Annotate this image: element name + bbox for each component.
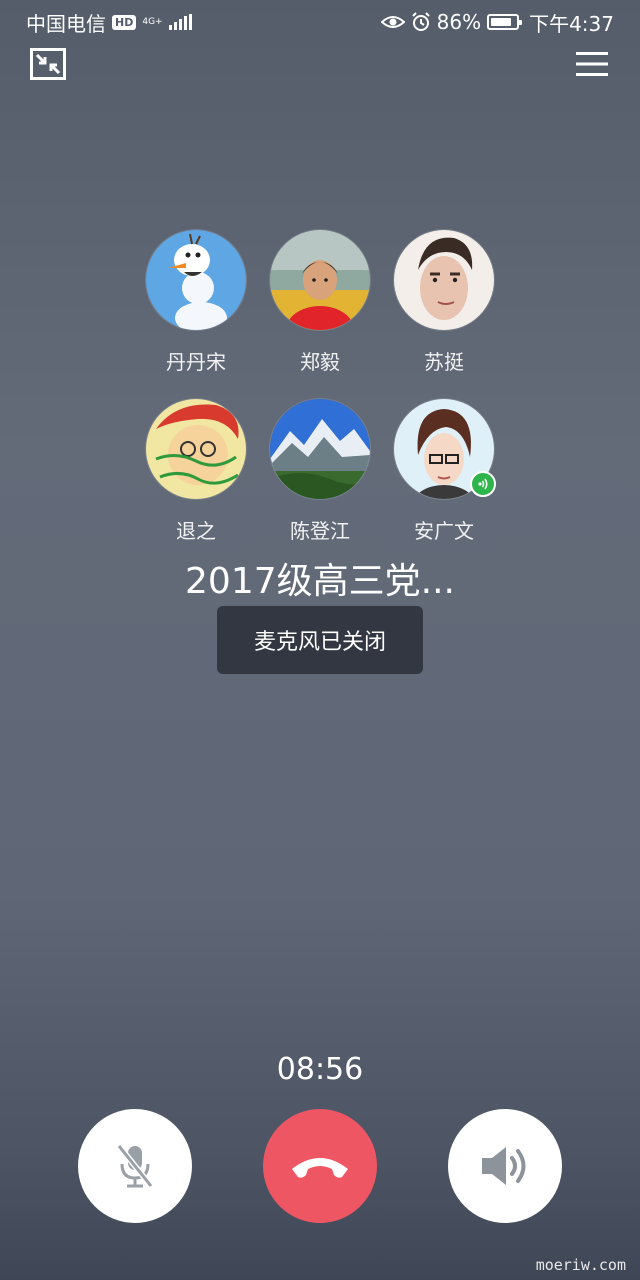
- hamburger-menu-icon: [576, 52, 608, 76]
- group-name: 2017级高三党...: [185, 561, 455, 602]
- phone-hangup-icon: [292, 1158, 348, 1178]
- mute-button[interactable]: [78, 1109, 192, 1223]
- status-bar: 中国电信 HD 4G+ 86% 下午4:37: [0, 0, 640, 44]
- avatar: [270, 399, 370, 499]
- toast-message: 麦克风已关闭: [217, 606, 423, 674]
- shrink-arrows-icon: [30, 48, 66, 80]
- menu-button[interactable]: [574, 46, 610, 82]
- speaker-button[interactable]: [448, 1109, 562, 1223]
- call-timer: 08:56: [276, 1052, 364, 1087]
- status-left: 中国电信 HD 4G+: [26, 8, 192, 37]
- microphone-muted-icon: [116, 1144, 154, 1188]
- participant-name: 安广文: [414, 519, 474, 543]
- participant[interactable]: 郑毅: [258, 230, 382, 375]
- sound-wave-icon: [478, 478, 488, 490]
- mountain-landscape-avatar-image: [270, 399, 370, 499]
- hangup-button[interactable]: [263, 1109, 377, 1223]
- participant-name: 陈登江: [290, 519, 350, 543]
- participant-grid: 丹丹宋 郑毅 苏挺 退之 陈登江 安广文: [0, 230, 640, 544]
- hd-badge: HD: [112, 14, 137, 30]
- battery-percent: 86%: [436, 10, 482, 34]
- network-type: 4G+: [142, 16, 163, 27]
- snowman-avatar-image: [146, 230, 246, 330]
- battery-icon: [487, 14, 523, 30]
- carrier-label: 中国电信: [26, 11, 106, 36]
- avatar: [146, 399, 246, 499]
- eye-icon: [380, 16, 405, 28]
- participant[interactable]: 退之: [134, 399, 258, 544]
- avatar: [270, 230, 370, 330]
- participant-name: 郑毅: [300, 350, 340, 374]
- cartoon-doodle-avatar-image: [146, 399, 246, 499]
- participant[interactable]: 安广文: [382, 399, 506, 544]
- avatar: [394, 230, 494, 330]
- boy-photo-avatar-image: [270, 230, 370, 330]
- avatar: [146, 230, 246, 330]
- minimize-button[interactable]: [30, 46, 66, 82]
- speaking-indicator: [470, 471, 496, 497]
- status-right: 86% 下午4:37: [380, 8, 614, 37]
- participant[interactable]: 陈登江: [258, 399, 382, 544]
- speaker-icon: [482, 1147, 526, 1185]
- network-badge: 4G+: [142, 16, 163, 27]
- man-photo-avatar-image: [394, 230, 494, 330]
- top-controls: [30, 46, 610, 82]
- participant[interactable]: 苏挺: [382, 230, 506, 375]
- participant[interactable]: 丹丹宋: [134, 230, 258, 375]
- alarm-icon: [411, 12, 430, 31]
- signal-icon: [168, 14, 192, 30]
- clock: 下午4:37: [529, 11, 614, 36]
- participant-name: 退之: [176, 519, 216, 543]
- avatar: [394, 399, 496, 499]
- watermark: moeriw.com: [535, 1256, 626, 1274]
- participant-name: 丹丹宋: [166, 350, 226, 374]
- participant-name: 苏挺: [424, 350, 464, 374]
